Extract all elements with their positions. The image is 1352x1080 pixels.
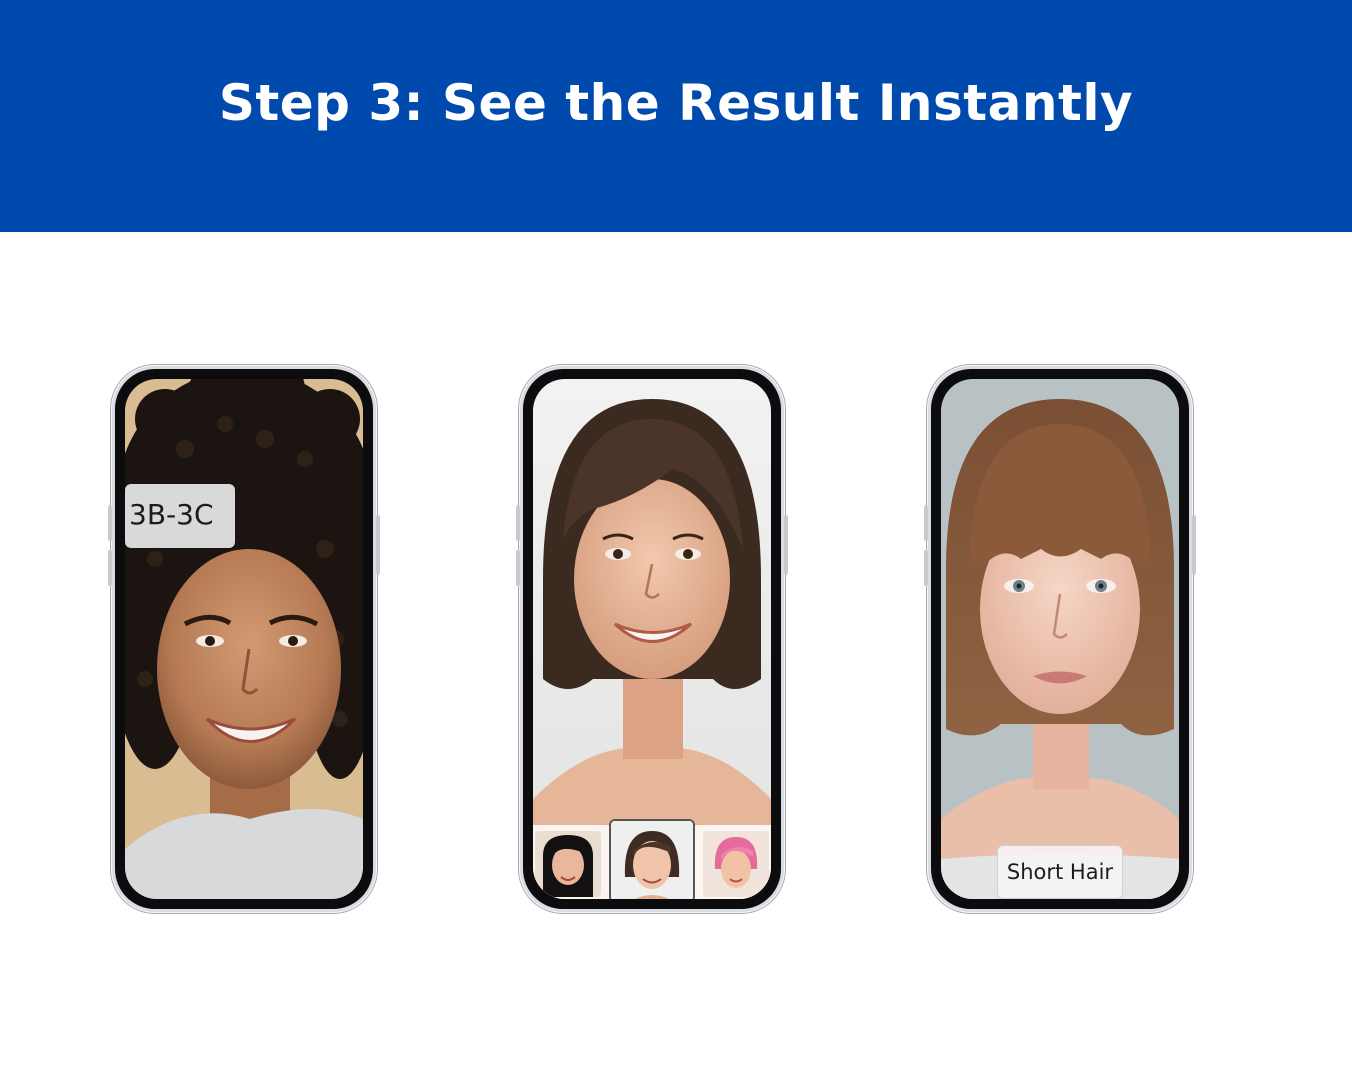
- phone-screen: 3B-3C: [125, 379, 363, 899]
- phone-side-button: [1192, 515, 1196, 575]
- header-banner: Step 3: See the Result Instantly: [0, 0, 1352, 232]
- hairstyle-thumbnail-black-long[interactable]: [535, 831, 601, 897]
- phone-mockup-2: [516, 365, 788, 913]
- hairstyle-thumbnail-brown-bob-selected[interactable]: [609, 819, 695, 899]
- phone-side-button: [376, 515, 380, 575]
- hair-type-label: 3B-3C: [125, 484, 235, 548]
- chestnut-bob-portrait: [941, 379, 1179, 899]
- phone-side-button: [924, 550, 928, 586]
- hairstyle-name-label: Short Hair: [997, 845, 1123, 899]
- phone-bezel: Short Hair: [931, 369, 1189, 909]
- phone-side-button: [924, 505, 928, 541]
- phone-screen: [533, 379, 771, 899]
- phone-side-button: [516, 505, 520, 541]
- phone-screen: Short Hair: [941, 379, 1179, 899]
- phone-side-button: [516, 550, 520, 586]
- phone-mockup-1: 3B-3C: [108, 365, 380, 913]
- phone-side-button: [108, 550, 112, 586]
- phone-bezel: 3B-3C: [115, 369, 373, 909]
- phone-mockup-3: Short Hair: [924, 365, 1196, 913]
- phone-side-button: [784, 515, 788, 575]
- phone-side-button: [108, 505, 112, 541]
- curly-hair-portrait: [125, 379, 363, 899]
- hairstyle-thumbnail-pink-short[interactable]: [703, 831, 769, 897]
- phone-bezel: [523, 369, 781, 909]
- page-title: Step 3: See the Result Instantly: [218, 74, 1134, 132]
